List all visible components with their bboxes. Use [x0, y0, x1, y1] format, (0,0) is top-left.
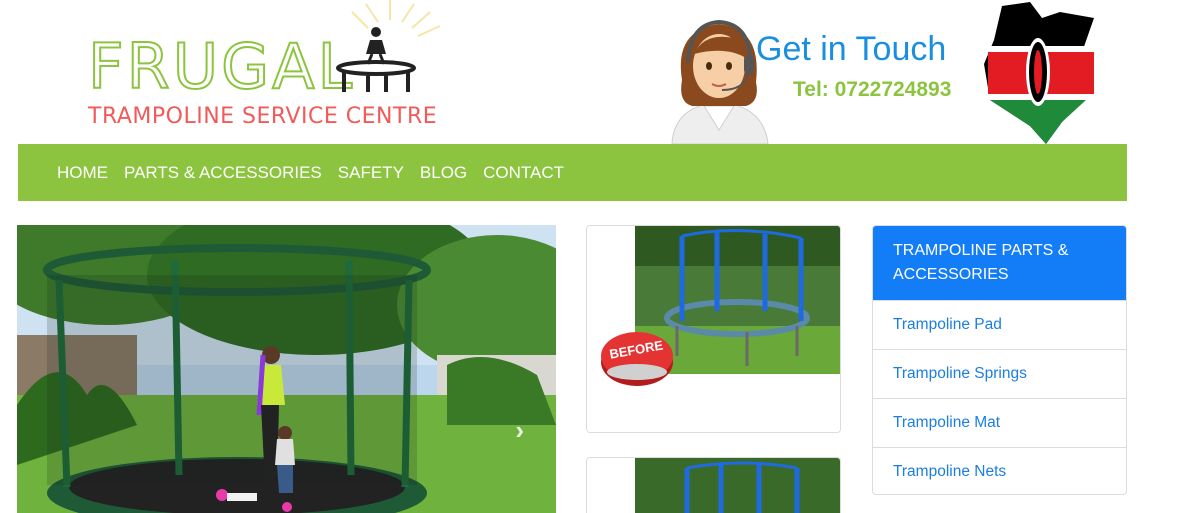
contact-banner: Get in Touch Tel: 0722724893: [660, 0, 1110, 144]
page: FRUGAL TRAMPOLINE SERVICE CENTRE Get in …: [0, 0, 1186, 513]
nav-contact[interactable]: CONTACT: [483, 163, 564, 183]
kenya-flag-map-icon: [984, 2, 1094, 144]
contact-title: Get in Touch: [756, 30, 947, 68]
logo-wordmark: FRUGAL: [87, 29, 356, 104]
sidebar-item-trampoline-springs[interactable]: Trampoline Springs: [873, 349, 1126, 398]
site-logo[interactable]: FRUGAL TRAMPOLINE SERVICE CENTRE: [80, 0, 460, 140]
logo-subtitle: TRAMPOLINE SERVICE CENTRE: [88, 104, 438, 129]
contact-phone[interactable]: Tel: 0722724893: [793, 78, 951, 102]
sidebar-item-trampoline-pad[interactable]: Trampoline Pad: [873, 300, 1126, 349]
sidebar-item-trampoline-mat[interactable]: Trampoline Mat: [873, 398, 1126, 447]
nav-home[interactable]: HOME: [57, 163, 108, 183]
parts-sidebar: TRAMPOLINE PARTS & ACCESSORIES Trampolin…: [872, 225, 1127, 495]
main-nav: HOME PARTS & ACCESSORIES SAFETY BLOG CON…: [18, 144, 1127, 201]
trampoline-photo: [17, 225, 556, 513]
sidebar-item-trampoline-nets[interactable]: Trampoline Nets: [873, 447, 1126, 494]
nav-safety[interactable]: SAFETY: [338, 163, 404, 183]
hero-slider[interactable]: ›: [17, 225, 556, 513]
after-photo-card[interactable]: [586, 457, 841, 513]
before-trampoline-photo: BEFORE: [587, 226, 840, 432]
nav-blog[interactable]: BLOG: [420, 163, 467, 183]
after-trampoline-photo: [587, 458, 840, 513]
sidebar-heading: TRAMPOLINE PARTS & ACCESSORIES: [873, 226, 1126, 300]
before-photo-card[interactable]: BEFORE: [586, 225, 841, 433]
trampoline-logo-icon: [336, 0, 441, 92]
nav-parts-accessories[interactable]: PARTS & ACCESSORIES: [124, 163, 322, 183]
slider-next-icon[interactable]: ›: [515, 415, 524, 446]
